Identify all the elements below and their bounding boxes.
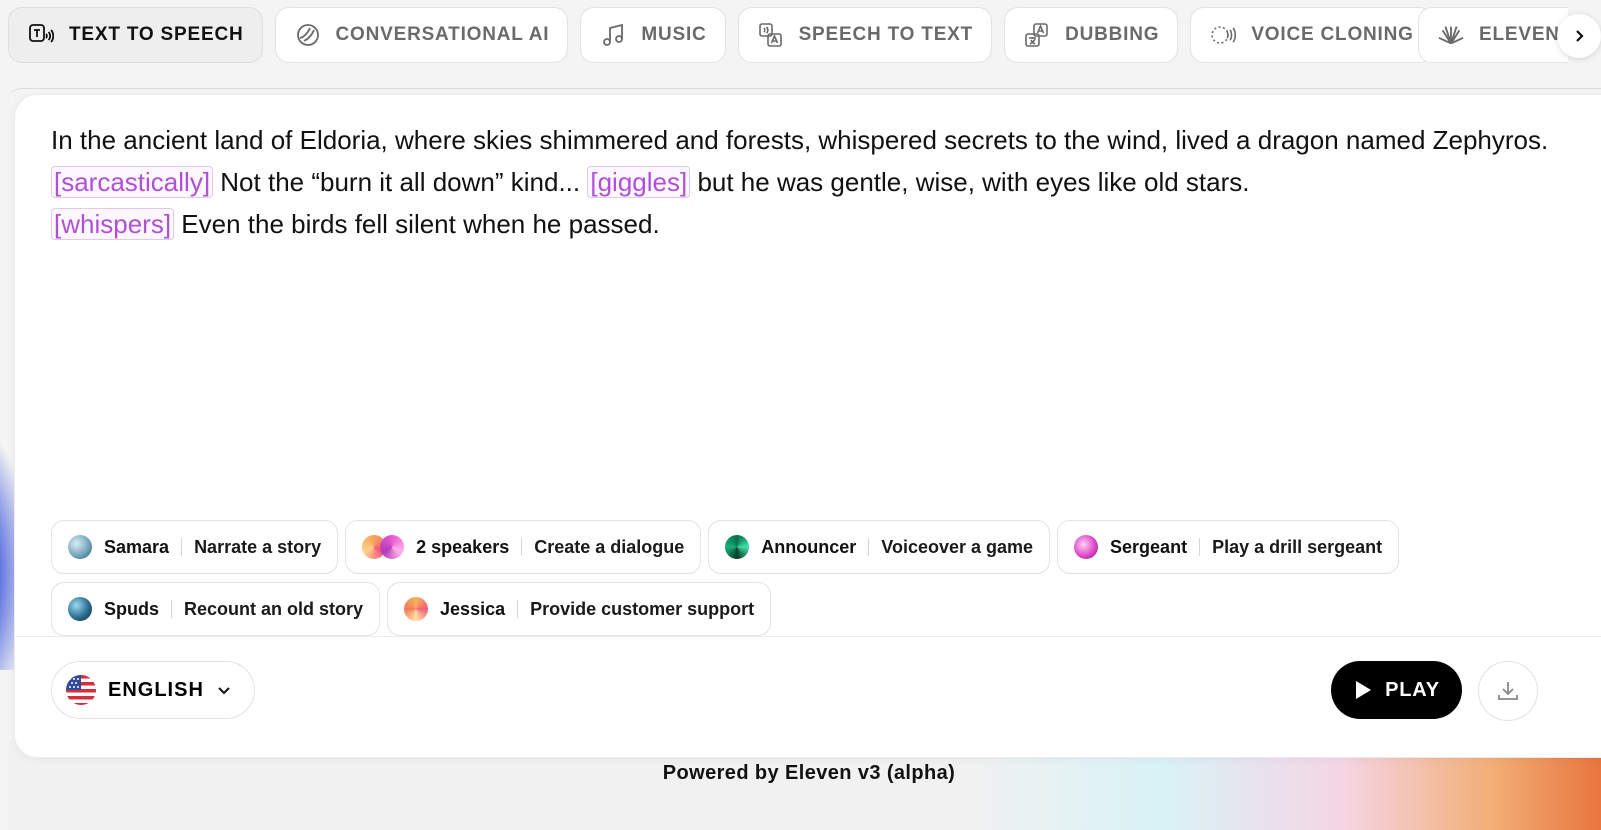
text-to-speech-icon (27, 21, 55, 49)
play-icon (1356, 681, 1372, 699)
suggestion-chip-spuds[interactable]: Spuds Recount an old story (51, 582, 381, 636)
editor-text: but he was gentle, wise, with eyes like … (697, 167, 1250, 197)
tab-speech-to-text[interactable]: SPEECH TO TEXT (737, 7, 993, 63)
editor-text: Even the birds fell silent when he passe… (181, 209, 660, 239)
voice-name: Spuds (104, 598, 160, 619)
play-button[interactable]: PLAY (1331, 661, 1462, 719)
suggestion-chip-samara[interactable]: Samara Narrate a story (51, 520, 339, 574)
suggestion-action: Provide customer support (530, 598, 755, 619)
voice-name: Samara (104, 536, 170, 557)
chip-separator (1199, 538, 1201, 556)
play-label: PLAY (1385, 678, 1440, 701)
language-label: ENGLISH (108, 678, 204, 701)
tab-label: ELEVEN (1479, 24, 1560, 45)
language-selector[interactable]: ENGLISH (51, 661, 255, 719)
eleven-icon (1437, 21, 1465, 49)
editor-text: Not the “burn it all down” kind... (220, 167, 581, 197)
tab-label: DUBBING (1065, 24, 1160, 45)
suggestion-chip-sergeant[interactable]: Sergeant Play a drill sergeant (1057, 520, 1400, 574)
suggestion-action: Create a dialogue (534, 536, 685, 557)
chevron-down-icon (218, 687, 230, 695)
tab-label: MUSIC (641, 24, 707, 45)
voice-avatar (68, 597, 92, 621)
tab-label: TEXT TO SPEECH (69, 24, 244, 45)
voice-avatar (725, 535, 750, 559)
tab-eleven-clip: ELEVEN (1418, 7, 1568, 65)
suggestion-action: Voiceover a game (881, 536, 1034, 557)
editor-text: In the ancient land of Eldoria, where sk… (51, 125, 1549, 155)
tab-eleven[interactable]: ELEVEN (1418, 7, 1568, 63)
tab-label: VOICE CLONING (1251, 24, 1414, 45)
suggestion-action: Narrate a story (194, 536, 322, 557)
suggestion-chip-2-speakers[interactable]: 2 speakers Create a dialogue (345, 520, 702, 574)
tab-dubbing[interactable]: DUBBING (1004, 7, 1179, 63)
tab-text-to-speech[interactable]: TEXT TO SPEECH (8, 7, 263, 63)
voice-avatar (68, 535, 92, 559)
chip-separator (517, 600, 519, 618)
chip-separator (171, 600, 173, 618)
chip-separator (521, 538, 523, 556)
suggestion-action: Recount an old story (184, 598, 364, 619)
suggestion-action: Play a drill sergeant (1212, 536, 1383, 557)
audio-tag: [giggles] (587, 166, 691, 198)
tab-label: CONVERSATIONAL AI (335, 24, 550, 45)
suggestion-chip-jessica[interactable]: Jessica Provide customer support (387, 582, 772, 636)
suggestion-chip-announcer[interactable]: Announcer Voiceover a game (708, 520, 1051, 574)
voice-name: Announcer (761, 536, 857, 557)
voice-name: Sergeant (1110, 536, 1188, 557)
tab-conversational-ai[interactable]: CONVERSATIONAL AI (274, 7, 569, 63)
divider (15, 636, 1601, 637)
audio-tag: [whispers] (51, 208, 175, 240)
text-editor[interactable]: In the ancient land of Eldoria, where sk… (51, 119, 1601, 245)
chevron-right-icon (1576, 30, 1584, 42)
voice-avatar (404, 597, 429, 621)
powered-by-footer: Powered by Eleven v3 (alpha) (0, 762, 1601, 785)
voice-avatar-pair (362, 535, 405, 559)
footer-text: Powered by Eleven v3 (alpha) (662, 762, 956, 784)
dubbing-icon (1023, 21, 1051, 49)
voice-avatar (380, 535, 405, 559)
download-icon (1498, 682, 1518, 700)
suggestion-chips: Samara Narrate a story 2 speakers Create… (51, 520, 1471, 636)
conversational-ai-icon (294, 21, 322, 49)
voice-cloning-icon (1209, 21, 1237, 49)
tab-voice-cloning[interactable]: VOICE CLONING (1190, 7, 1433, 63)
voice-name: 2 speakers (416, 536, 510, 557)
speech-to-text-icon (757, 21, 785, 49)
download-button[interactable] (1478, 661, 1538, 721)
music-note-icon (599, 21, 627, 49)
tab-music[interactable]: MUSIC (580, 7, 726, 63)
tab-label: SPEECH TO TEXT (798, 24, 974, 45)
chip-separator (868, 538, 870, 556)
tabs-next-button[interactable] (1557, 14, 1601, 58)
audio-tag: [sarcastically] (51, 166, 214, 198)
tts-card: In the ancient land of Eldoria, where sk… (15, 95, 1601, 757)
us-flag-icon (66, 675, 96, 705)
chip-separator (181, 538, 183, 556)
voice-name: Jessica (440, 598, 506, 619)
product-tabs: TEXT TO SPEECH CONVERSATIONAL AI MUSIC S… (8, 7, 1601, 65)
voice-avatar (1074, 535, 1099, 559)
